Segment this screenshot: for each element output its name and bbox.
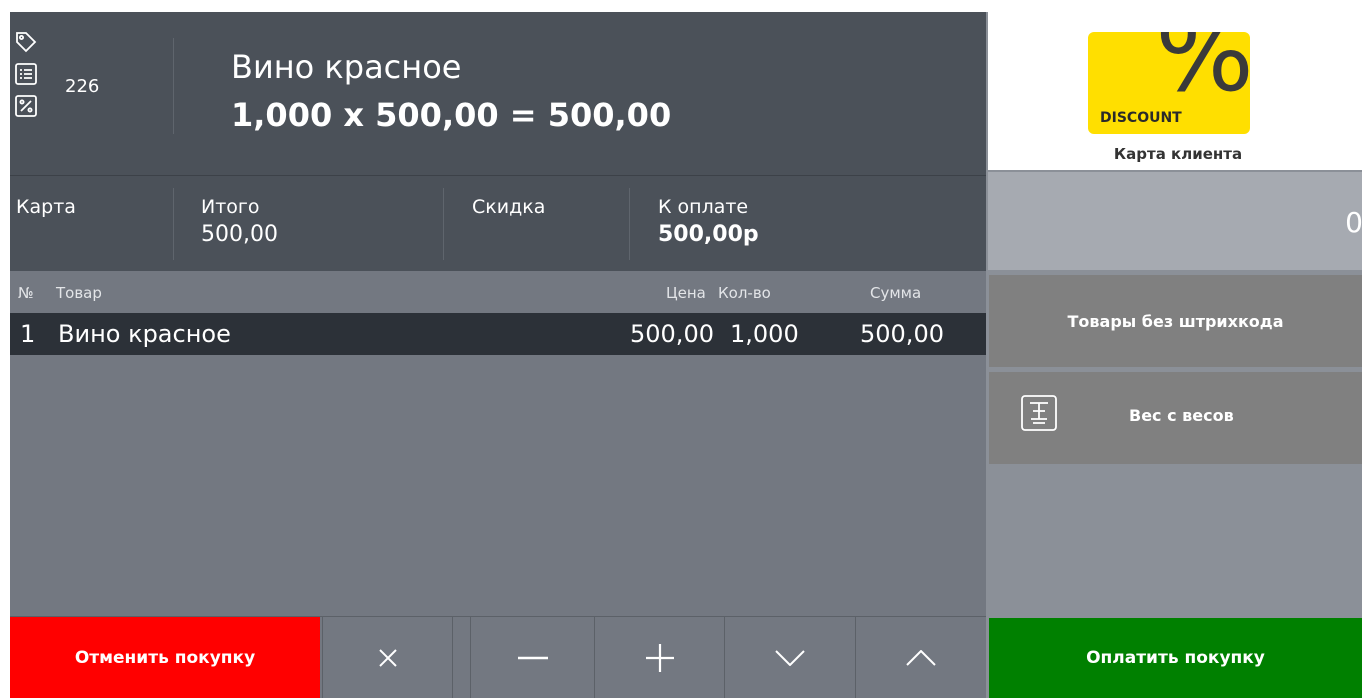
- column-number: №: [18, 284, 34, 302]
- discount-card-symbol: %: [1155, 32, 1250, 115]
- scroll-down-button[interactable]: [724, 617, 855, 698]
- action-icons: [14, 30, 42, 126]
- row-sum: 500,00: [860, 320, 944, 348]
- counter-display: 0: [988, 172, 1362, 270]
- bottom-toolbar: Отменить покупку: [10, 616, 986, 698]
- column-price: Цена: [666, 284, 706, 302]
- chevron-up-icon: [906, 650, 936, 666]
- tag-icon[interactable]: [14, 30, 38, 54]
- customer-card-button[interactable]: % DISCOUNT Карта клиента: [988, 12, 1362, 170]
- pay-purchase-button[interactable]: Оплатить покупку: [989, 618, 1362, 698]
- divider: [629, 188, 630, 260]
- total-value: 500,00: [201, 222, 278, 247]
- customer-card-label: Карта клиента: [1113, 145, 1243, 163]
- scales-icon: [1020, 394, 1058, 436]
- discount-card-text: DISCOUNT: [1100, 110, 1182, 126]
- column-sum: Сумма: [870, 284, 922, 302]
- percent-icon[interactable]: [14, 94, 38, 118]
- decrease-quantity-button[interactable]: [470, 617, 594, 698]
- discount-card-icon: % DISCOUNT: [1088, 32, 1250, 134]
- card-label: Карта: [16, 196, 76, 218]
- column-quantity: Кол-во: [718, 284, 771, 302]
- close-icon: [378, 649, 397, 667]
- table-header: № Товар Цена Кол-во Сумма: [10, 271, 986, 313]
- no-barcode-items-button[interactable]: Товары без штрихкода: [989, 275, 1362, 367]
- divider: [173, 38, 174, 134]
- chevron-down-icon: [775, 650, 805, 666]
- divider: [443, 188, 444, 260]
- column-item: Товар: [56, 284, 102, 302]
- amount-due-label: К оплате: [658, 196, 749, 218]
- divider: [452, 617, 470, 698]
- plus-icon: [645, 644, 674, 672]
- current-item-panel: 226 Вино красное 1,000 x 500,00 = 500,00: [10, 12, 986, 175]
- current-item-calculation: 1,000 x 500,00 = 500,00: [231, 96, 672, 134]
- receipt-panel: 226 Вино красное 1,000 x 500,00 = 500,00…: [10, 12, 986, 698]
- current-item-name: Вино красное: [231, 48, 462, 86]
- weight-from-scales-button[interactable]: Вес с весов: [989, 372, 1362, 464]
- list-icon[interactable]: [14, 62, 38, 86]
- minus-icon: [517, 656, 548, 660]
- row-item: Вино красное: [58, 320, 231, 348]
- discount-label: Скидка: [472, 196, 546, 218]
- weight-from-scales-label: Вес с весов: [1129, 406, 1234, 425]
- amount-due-value: 500,00р: [658, 222, 759, 247]
- document-number: 226: [65, 76, 100, 97]
- counter-value: 0: [1345, 206, 1362, 239]
- table-row[interactable]: 1 Вино красное 500,00 1,000 500,00: [10, 313, 986, 355]
- delete-item-button[interactable]: [322, 617, 452, 698]
- cancel-purchase-button[interactable]: Отменить покупку: [10, 617, 320, 698]
- totals-panel: Карта Итого 500,00 Скидка К оплате 500,0…: [10, 175, 986, 271]
- row-number: 1: [20, 320, 36, 348]
- row-quantity: 1,000: [730, 320, 799, 348]
- scroll-up-button[interactable]: [855, 617, 986, 698]
- divider: [173, 188, 174, 260]
- row-price: 500,00: [630, 320, 714, 348]
- total-label: Итого: [201, 196, 260, 218]
- side-panel: % DISCOUNT Карта клиента 0 Товары без шт…: [986, 12, 1362, 698]
- increase-quantity-button[interactable]: [594, 617, 724, 698]
